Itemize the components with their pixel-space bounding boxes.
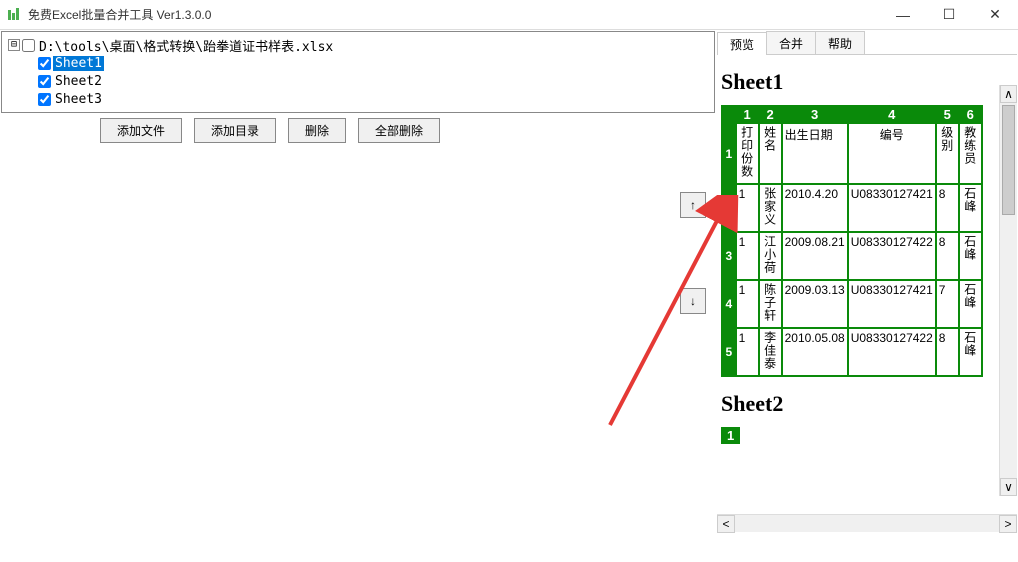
- cell: 石峰: [959, 328, 982, 376]
- scroll-down-icon[interactable]: ∨: [1000, 478, 1017, 496]
- cell: 1: [736, 280, 759, 328]
- row-header: 5: [722, 328, 736, 376]
- cell: 1: [736, 232, 759, 280]
- col-header: 6: [959, 106, 982, 123]
- scroll-left-icon[interactable]: <: [717, 515, 735, 533]
- cell: 陈子轩: [759, 280, 782, 328]
- cell: 8: [936, 184, 959, 232]
- cell: 李佳泰: [759, 328, 782, 376]
- cell: 江小荷: [759, 232, 782, 280]
- cell: 出生日期: [782, 123, 848, 184]
- window-title: 免费Excel批量合并工具 Ver1.3.0.0: [28, 6, 880, 23]
- row-header: 2: [722, 184, 736, 232]
- col-header: [722, 106, 736, 123]
- sheet-checkbox[interactable]: [38, 75, 51, 88]
- sheet2-heading: Sheet2: [721, 391, 1013, 417]
- cell: U08330127422: [848, 232, 936, 280]
- col-header: 1: [736, 106, 759, 123]
- file-tree: ⊟ D:\tools\桌面\格式转换\跆拳道证书样表.xlsx Sheet1 S…: [2, 32, 714, 112]
- cell: 张家义: [759, 184, 782, 232]
- cell: 级别: [936, 123, 959, 184]
- cell: U08330127421: [848, 280, 936, 328]
- cell: 2010.4.20: [782, 184, 848, 232]
- maximize-button[interactable]: ☐: [926, 0, 972, 30]
- bottom-toolbar: 添加文件 添加目录 删除 全部删除: [0, 115, 715, 145]
- cell: 2009.08.21: [782, 232, 848, 280]
- cell: U08330127422: [848, 328, 936, 376]
- tabs: 预览 合并 帮助: [717, 31, 1017, 55]
- app-icon: [6, 7, 22, 23]
- cell: 7: [936, 280, 959, 328]
- sheet-label[interactable]: Sheet2: [53, 74, 104, 89]
- cell: 教练员: [959, 123, 982, 184]
- horizontal-scrollbar[interactable]: < >: [717, 514, 1017, 532]
- table-row: 4 1 陈子轩 2009.03.13 U08330127421 7 石峰: [722, 280, 982, 328]
- move-up-button[interactable]: ↑: [680, 192, 706, 218]
- scroll-thumb[interactable]: [1002, 105, 1015, 215]
- cell: 2010.05.08: [782, 328, 848, 376]
- delete-button[interactable]: 删除: [288, 118, 346, 143]
- col-header: 5: [936, 106, 959, 123]
- close-button[interactable]: ✕: [972, 0, 1018, 30]
- tree-sheet-row[interactable]: Sheet1: [38, 54, 708, 72]
- vertical-scrollbar[interactable]: ∧ ∨: [999, 85, 1017, 496]
- row-header: 4: [722, 280, 736, 328]
- root-label[interactable]: D:\tools\桌面\格式转换\跆拳道证书样表.xlsx: [37, 36, 335, 55]
- preview-table: 1 2 3 4 5 6 1 打印份数 姓名 出生日期 编号 级别 教练员: [721, 105, 983, 377]
- col-header: 3: [782, 106, 848, 123]
- sheet-checkbox[interactable]: [38, 57, 51, 70]
- col-header: 4: [848, 106, 936, 123]
- scroll-up-icon[interactable]: ∧: [1000, 85, 1017, 103]
- collapse-icon[interactable]: ⊟: [8, 39, 20, 51]
- col-header: 2: [759, 106, 782, 123]
- row-header: 3: [722, 232, 736, 280]
- tab-merge[interactable]: 合并: [766, 31, 816, 54]
- tab-preview[interactable]: 预览: [717, 32, 767, 55]
- tree-root-row[interactable]: ⊟ D:\tools\桌面\格式转换\跆拳道证书样表.xlsx: [8, 36, 708, 54]
- move-down-button[interactable]: ↓: [680, 288, 706, 314]
- tree-sheet-row[interactable]: Sheet2: [38, 72, 708, 90]
- cell: 石峰: [959, 184, 982, 232]
- titlebar: 免费Excel批量合并工具 Ver1.3.0.0 — ☐ ✕: [0, 0, 1018, 30]
- cell: 8: [936, 328, 959, 376]
- cell: 1: [736, 328, 759, 376]
- left-panel: ⊟ D:\tools\桌面\格式转换\跆拳道证书样表.xlsx Sheet1 S…: [1, 31, 715, 113]
- cell: 石峰: [959, 232, 982, 280]
- table-row: 3 1 江小荷 2009.08.21 U08330127422 8 石峰: [722, 232, 982, 280]
- sheet-checkbox[interactable]: [38, 93, 51, 106]
- cell: 1: [736, 184, 759, 232]
- tab-help[interactable]: 帮助: [815, 31, 865, 54]
- scroll-right-icon[interactable]: >: [999, 515, 1017, 533]
- add-dir-button[interactable]: 添加目录: [194, 118, 276, 143]
- cell: 8: [936, 232, 959, 280]
- sheet1-heading: Sheet1: [721, 69, 1013, 95]
- cell: 姓名: [759, 123, 782, 184]
- cell: 石峰: [959, 280, 982, 328]
- row-header: 1: [722, 123, 736, 184]
- cell: 打印份数: [736, 123, 759, 184]
- sheet-label[interactable]: Sheet1: [53, 56, 104, 71]
- right-panel: 预览 合并 帮助 Sheet1 1 2 3 4 5 6 1 打印份数 姓: [717, 31, 1017, 532]
- cell: 2009.03.13: [782, 280, 848, 328]
- cell: U08330127421: [848, 184, 936, 232]
- delete-all-button[interactable]: 全部删除: [358, 118, 440, 143]
- sheet2-mini-table: 1: [721, 427, 740, 444]
- table-row: 5 1 李佳泰 2010.05.08 U08330127422 8 石峰: [722, 328, 982, 376]
- cell: 1: [721, 427, 740, 444]
- tree-sheet-row[interactable]: Sheet3: [38, 90, 708, 108]
- root-checkbox[interactable]: [22, 39, 35, 52]
- add-file-button[interactable]: 添加文件: [100, 118, 182, 143]
- minimize-button[interactable]: —: [880, 0, 926, 30]
- preview-pane[interactable]: Sheet1 1 2 3 4 5 6 1 打印份数 姓名 出生日期 编号: [717, 55, 1017, 514]
- cell: 编号: [848, 123, 936, 184]
- table-row: 2 1 张家义 2010.4.20 U08330127421 8 石峰: [722, 184, 982, 232]
- sheet-label[interactable]: Sheet3: [53, 92, 104, 107]
